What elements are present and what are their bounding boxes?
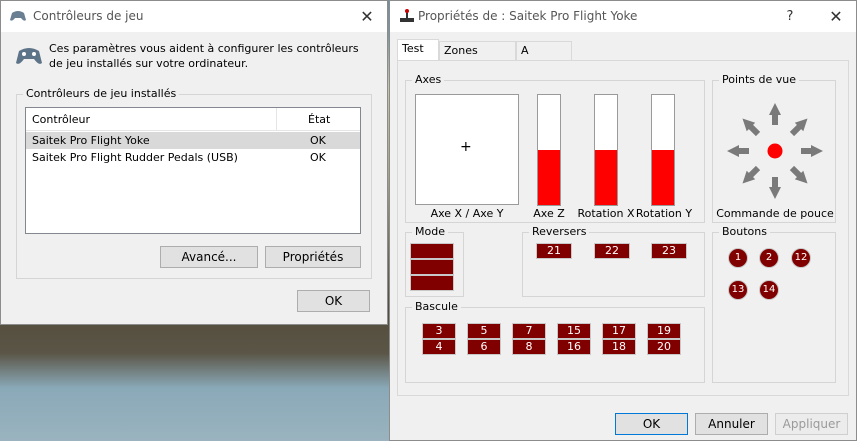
xy-axis-label: Axe X / Axe Y — [430, 207, 504, 220]
column-header-state[interactable]: État — [308, 113, 330, 126]
controllers-list: Contrôleur État Saitek Pro Flight Yoke O… — [25, 107, 361, 234]
toggle-button-7: 7 — [512, 323, 546, 339]
button-2-indicator: 2 — [759, 248, 779, 268]
mode-group: Mode — [405, 225, 464, 297]
pov-hat-indicator — [727, 103, 823, 199]
gamepad-large-icon — [16, 48, 42, 64]
toggle-button-8: 8 — [512, 339, 546, 355]
left-titlebar: Contrôleurs de jeu ✕ — [1, 1, 387, 32]
button-12-indicator: 12 — [791, 248, 811, 268]
row-status: OK — [310, 134, 326, 147]
toggle-button-6: 6 — [467, 339, 501, 355]
right-ok-button[interactable]: OK — [615, 413, 688, 435]
axis-z-bar — [537, 94, 561, 206]
buttons-group: Boutons 1 2 12 13 14 — [712, 225, 836, 383]
xy-crosshair: + — [460, 139, 472, 155]
properties-button[interactable]: Propriétés — [265, 246, 361, 268]
gamepad-icon — [10, 11, 26, 21]
toggle-button-16: 16 — [557, 339, 591, 355]
button-13-indicator: 13 — [728, 280, 748, 300]
help-button[interactable]: ? — [775, 1, 805, 32]
apply-button: Appliquer — [775, 413, 848, 435]
mode-3-indicator — [410, 275, 454, 291]
left-description: Ces paramètres vous aident à configurer … — [49, 42, 359, 70]
installed-controllers-group: Contrôleurs de jeu installés Contrôleur … — [16, 87, 372, 279]
mode-2-indicator — [410, 259, 454, 275]
rotation-y-label: Rotation Y — [635, 207, 693, 220]
reversers-label: Reversers — [529, 225, 590, 238]
tab-dead-zones[interactable]: Zones mortes — [439, 41, 516, 75]
reverser-button-21: 21 — [536, 243, 572, 259]
reversers-group: Reversers 21 22 23 — [522, 225, 705, 297]
pov-caption: Commande de pouce — [716, 207, 834, 220]
row-controller-name: Saitek Pro Flight Yoke — [32, 134, 150, 147]
installed-controllers-label: Contrôleurs de jeu installés — [23, 87, 180, 100]
toggle-button-5: 5 — [467, 323, 501, 339]
table-row[interactable]: Saitek Pro Flight Yoke OK — [26, 132, 360, 149]
tab-panel: Axes + Axe X / Axe Y Axe Z Rotation X Ro… — [397, 60, 849, 396]
toggle-label: Bascule — [412, 300, 461, 313]
row-controller-name: Saitek Pro Flight Rudder Pedals (USB) — [32, 151, 238, 164]
mode-1-indicator — [410, 243, 454, 259]
toggle-button-19: 19 — [647, 323, 681, 339]
toggle-button-15: 15 — [557, 323, 591, 339]
left-window-title: Contrôleurs de jeu — [33, 9, 144, 23]
game-controllers-window: Contrôleurs de jeu ✕ Ces paramètres vous… — [0, 0, 388, 325]
rotation-x-label: Rotation X — [577, 207, 635, 220]
row-status: OK — [310, 151, 326, 164]
pov-group: Points de vue Commande de pouce — [712, 73, 836, 223]
axes-group: Axes + Axe X / Axe Y Axe Z Rotation X Ro… — [405, 73, 705, 223]
rotation-y-bar — [651, 94, 675, 206]
rotation-x-bar — [594, 94, 618, 206]
left-close-button[interactable]: ✕ — [347, 1, 387, 32]
reverser-button-23: 23 — [651, 243, 687, 259]
toggle-button-4: 4 — [422, 339, 456, 355]
xy-axis-box: + — [415, 94, 519, 205]
pov-label: Points de vue — [719, 73, 800, 86]
toggle-button-17: 17 — [602, 323, 636, 339]
axes-label: Axes — [412, 73, 445, 86]
tab-about[interactable]: A propos — [516, 41, 572, 75]
button-14-indicator: 14 — [759, 280, 779, 300]
left-ok-button[interactable]: OK — [297, 290, 370, 312]
right-window-title: Propriétés de : Saitek Pro Flight Yoke — [418, 9, 638, 23]
table-row[interactable]: Saitek Pro Flight Rudder Pedals (USB) OK — [26, 149, 360, 166]
buttons-label: Boutons — [719, 225, 770, 238]
mode-label: Mode — [412, 225, 448, 238]
toggle-group: Bascule 3 4 5 6 7 8 15 16 17 18 19 20 — [405, 300, 705, 383]
axis-z-fill — [538, 150, 560, 205]
advanced-button[interactable]: Avancé... — [160, 246, 258, 268]
reverser-button-22: 22 — [594, 243, 630, 259]
cancel-button[interactable]: Annuler — [695, 413, 768, 435]
column-header-controller[interactable]: Contrôleur — [32, 113, 90, 126]
toggle-button-3: 3 — [422, 323, 456, 339]
tab-test[interactable]: Test — [397, 39, 439, 61]
list-header: Contrôleur État — [26, 108, 360, 131]
joystick-icon — [400, 9, 414, 22]
toggle-button-18: 18 — [602, 339, 636, 355]
toggle-button-20: 20 — [647, 339, 681, 355]
properties-window: Propriétés de : Saitek Pro Flight Yoke ?… — [389, 0, 857, 441]
rotation-x-fill — [595, 150, 617, 205]
button-1-indicator: 1 — [728, 248, 748, 268]
rotation-y-fill — [652, 150, 674, 205]
right-close-button[interactable]: ✕ — [816, 1, 856, 32]
axis-z-label: Axe Z — [533, 207, 565, 220]
right-titlebar: Propriétés de : Saitek Pro Flight Yoke ?… — [390, 1, 856, 32]
